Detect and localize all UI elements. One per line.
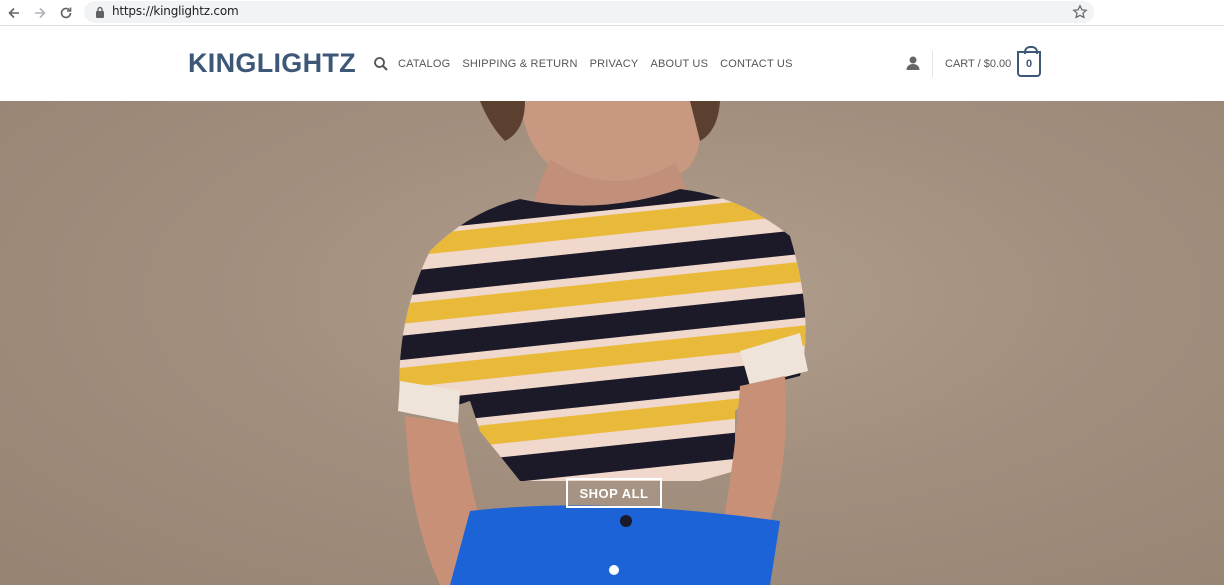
user-icon[interactable] (905, 55, 921, 71)
browser-toolbar: https://kinglightz.com (0, 0, 1224, 26)
reload-icon (60, 7, 72, 19)
nav-catalog[interactable]: CATALOG (398, 58, 450, 70)
lock-icon (96, 6, 104, 18)
hero-banner: SHOP ALL (0, 101, 1224, 585)
site-logo[interactable]: KINGLIGHTZ (188, 48, 356, 79)
url-text: https://kinglightz.com (112, 4, 239, 18)
cart-link[interactable]: CART / $0.00 (945, 58, 1011, 70)
nav-about-us[interactable]: ABOUT US (650, 58, 708, 70)
nav-contact-us[interactable]: CONTACT US (720, 58, 793, 70)
nav-privacy[interactable]: PRIVACY (590, 58, 639, 70)
shopping-bag-icon[interactable]: 0 (1017, 46, 1041, 77)
main-nav: CATALOG SHIPPING & RETURN PRIVACY ABOUT … (398, 58, 793, 70)
back-arrow-icon (8, 7, 19, 19)
star-icon[interactable] (1072, 4, 1088, 20)
reload-button[interactable] (56, 3, 76, 23)
slider-dot-active[interactable] (609, 565, 619, 575)
address-bar[interactable]: https://kinglightz.com (84, 1, 1094, 23)
forward-arrow-icon (35, 7, 46, 19)
search-icon[interactable] (373, 56, 389, 72)
header-divider (932, 51, 933, 77)
shop-all-button[interactable]: SHOP ALL (566, 478, 662, 508)
hero-image (398, 101, 808, 585)
nav-shipping-return[interactable]: SHIPPING & RETURN (462, 58, 577, 70)
forward-button[interactable] (30, 3, 50, 23)
cart-count: 0 (1025, 58, 1033, 70)
site-header: KINGLIGHTZ CATALOG SHIPPING & RETURN PRI… (0, 27, 1224, 101)
back-button[interactable] (4, 3, 24, 23)
